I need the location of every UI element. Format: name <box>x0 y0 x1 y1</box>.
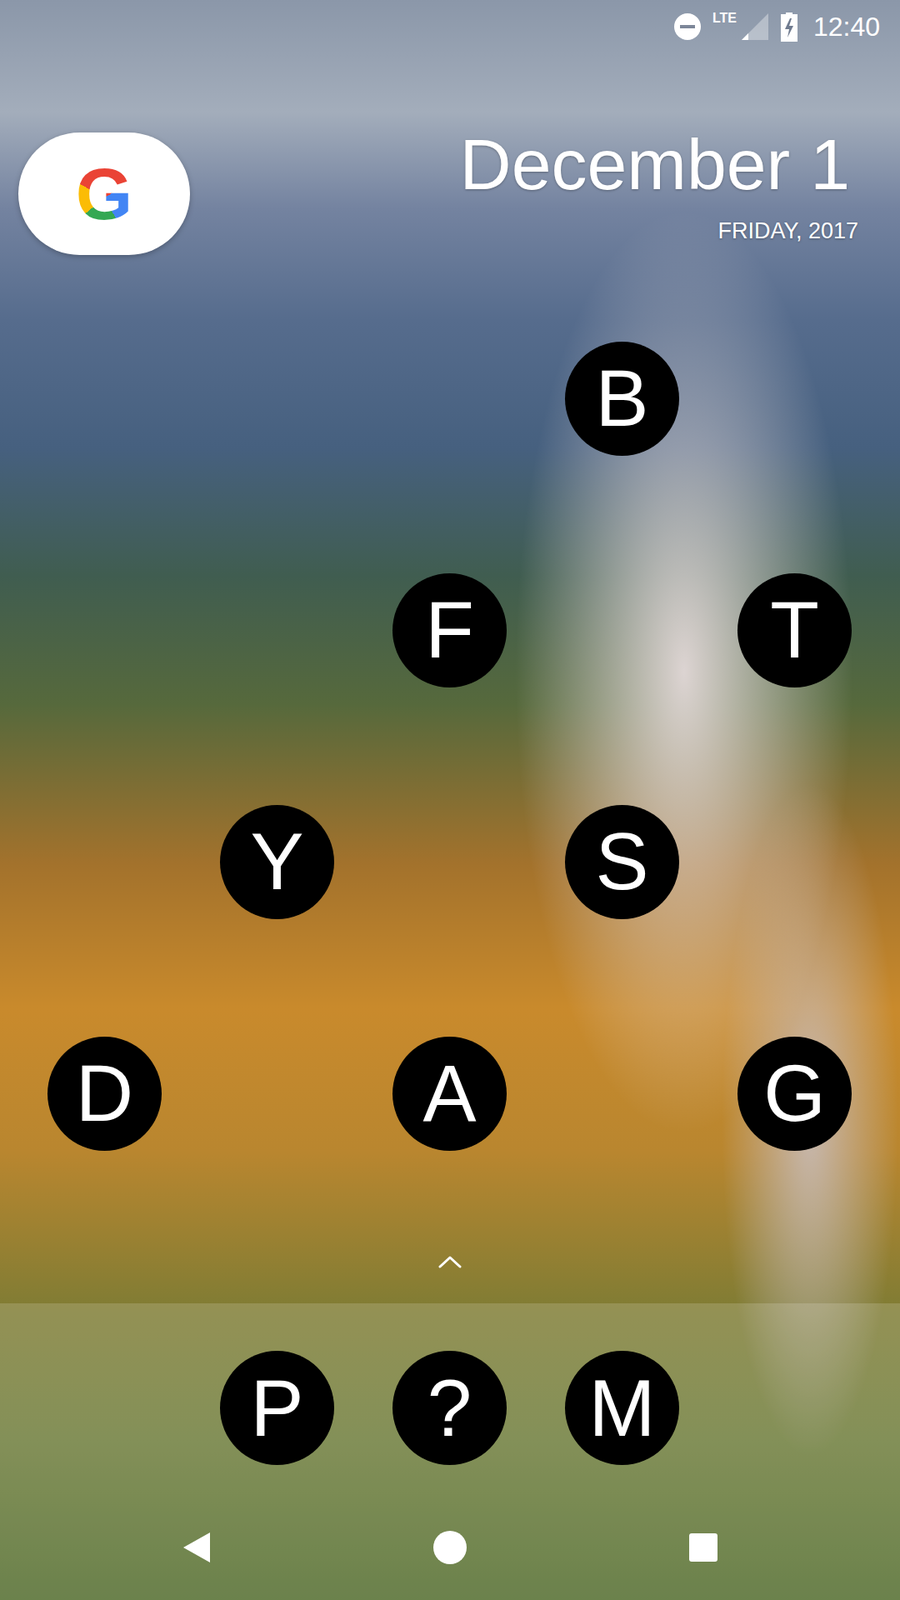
grid-cell <box>190 514 364 746</box>
date-widget[interactable]: December 1 FRIDAY, 2017 <box>460 128 900 243</box>
grid-cell <box>363 745 536 978</box>
app-icon[interactable]: G <box>737 1036 852 1151</box>
recents-button[interactable] <box>653 1514 754 1581</box>
grid-row: FT <box>18 514 882 746</box>
app-icon[interactable]: D <box>47 1036 162 1151</box>
app-icon[interactable]: S <box>565 805 680 920</box>
home-circle-icon[interactable] <box>432 1530 468 1565</box>
grid-cell <box>708 745 881 978</box>
grid-cell: Y <box>190 745 364 978</box>
clock: 12:40 <box>808 13 880 40</box>
grid-cell: T <box>708 514 881 746</box>
navigation-bar <box>0 1495 900 1600</box>
app-icon[interactable]: ? <box>392 1350 507 1465</box>
battery-icon <box>780 11 799 42</box>
grid-cell <box>18 514 191 746</box>
dock: P? M <box>0 1303 900 1600</box>
status-bar: LTE 12:40 <box>0 0 900 54</box>
grid-cell <box>190 282 364 515</box>
app-icon[interactable]: B <box>565 341 680 456</box>
home-grid: BFTYSDAG <box>0 282 900 1210</box>
grid-cell <box>190 977 364 1210</box>
app-icon[interactable]: P <box>220 1350 335 1465</box>
app-icon[interactable]: A <box>392 1036 507 1151</box>
grid-cell <box>18 282 191 515</box>
header: G December 1 FRIDAY, 2017 <box>0 53 900 283</box>
back-button[interactable] <box>146 1514 247 1581</box>
dock-cell: M <box>535 1350 709 1465</box>
dock-cell: ? <box>363 1350 536 1465</box>
grid-cell <box>708 282 881 515</box>
grid-cell <box>363 282 536 515</box>
dock-row: P? M <box>0 1303 900 1495</box>
network-type: LTE <box>712 11 737 25</box>
grid-row: DAG <box>18 977 882 1210</box>
signal-icon <box>740 11 770 42</box>
app-icon[interactable]: T <box>737 573 852 688</box>
grid-row: B <box>18 282 882 515</box>
grid-cell: F <box>363 514 536 746</box>
google-search-widget[interactable]: G <box>18 132 190 255</box>
grid-cell: A <box>363 977 536 1210</box>
app-icon[interactable]: Y <box>220 805 335 920</box>
date-text: December 1 <box>460 128 850 200</box>
grid-cell: G <box>708 977 881 1210</box>
grid-cell: S <box>535 745 709 978</box>
grid-cell <box>18 745 191 978</box>
grid-cell <box>535 977 709 1210</box>
do-not-disturb-icon <box>672 11 703 42</box>
grid-cell <box>535 514 709 746</box>
dock-cell: P <box>190 1350 364 1465</box>
grid-cell: D <box>18 977 191 1210</box>
app-icon[interactable]: M <box>565 1350 680 1465</box>
chevron-up-icon[interactable] <box>437 1255 463 1269</box>
weekday-year-text: FRIDAY, 2017 <box>460 220 859 243</box>
drawer-handle[interactable] <box>0 1209 900 1304</box>
grid-row: YS <box>18 745 882 978</box>
google-logo[interactable]: G <box>75 157 133 231</box>
back-triangle-icon[interactable] <box>181 1530 212 1565</box>
grid-cell: B <box>535 282 709 515</box>
home-button[interactable] <box>400 1514 500 1581</box>
app-icon[interactable]: F <box>392 573 507 688</box>
recents-square-icon[interactable] <box>687 1531 720 1564</box>
